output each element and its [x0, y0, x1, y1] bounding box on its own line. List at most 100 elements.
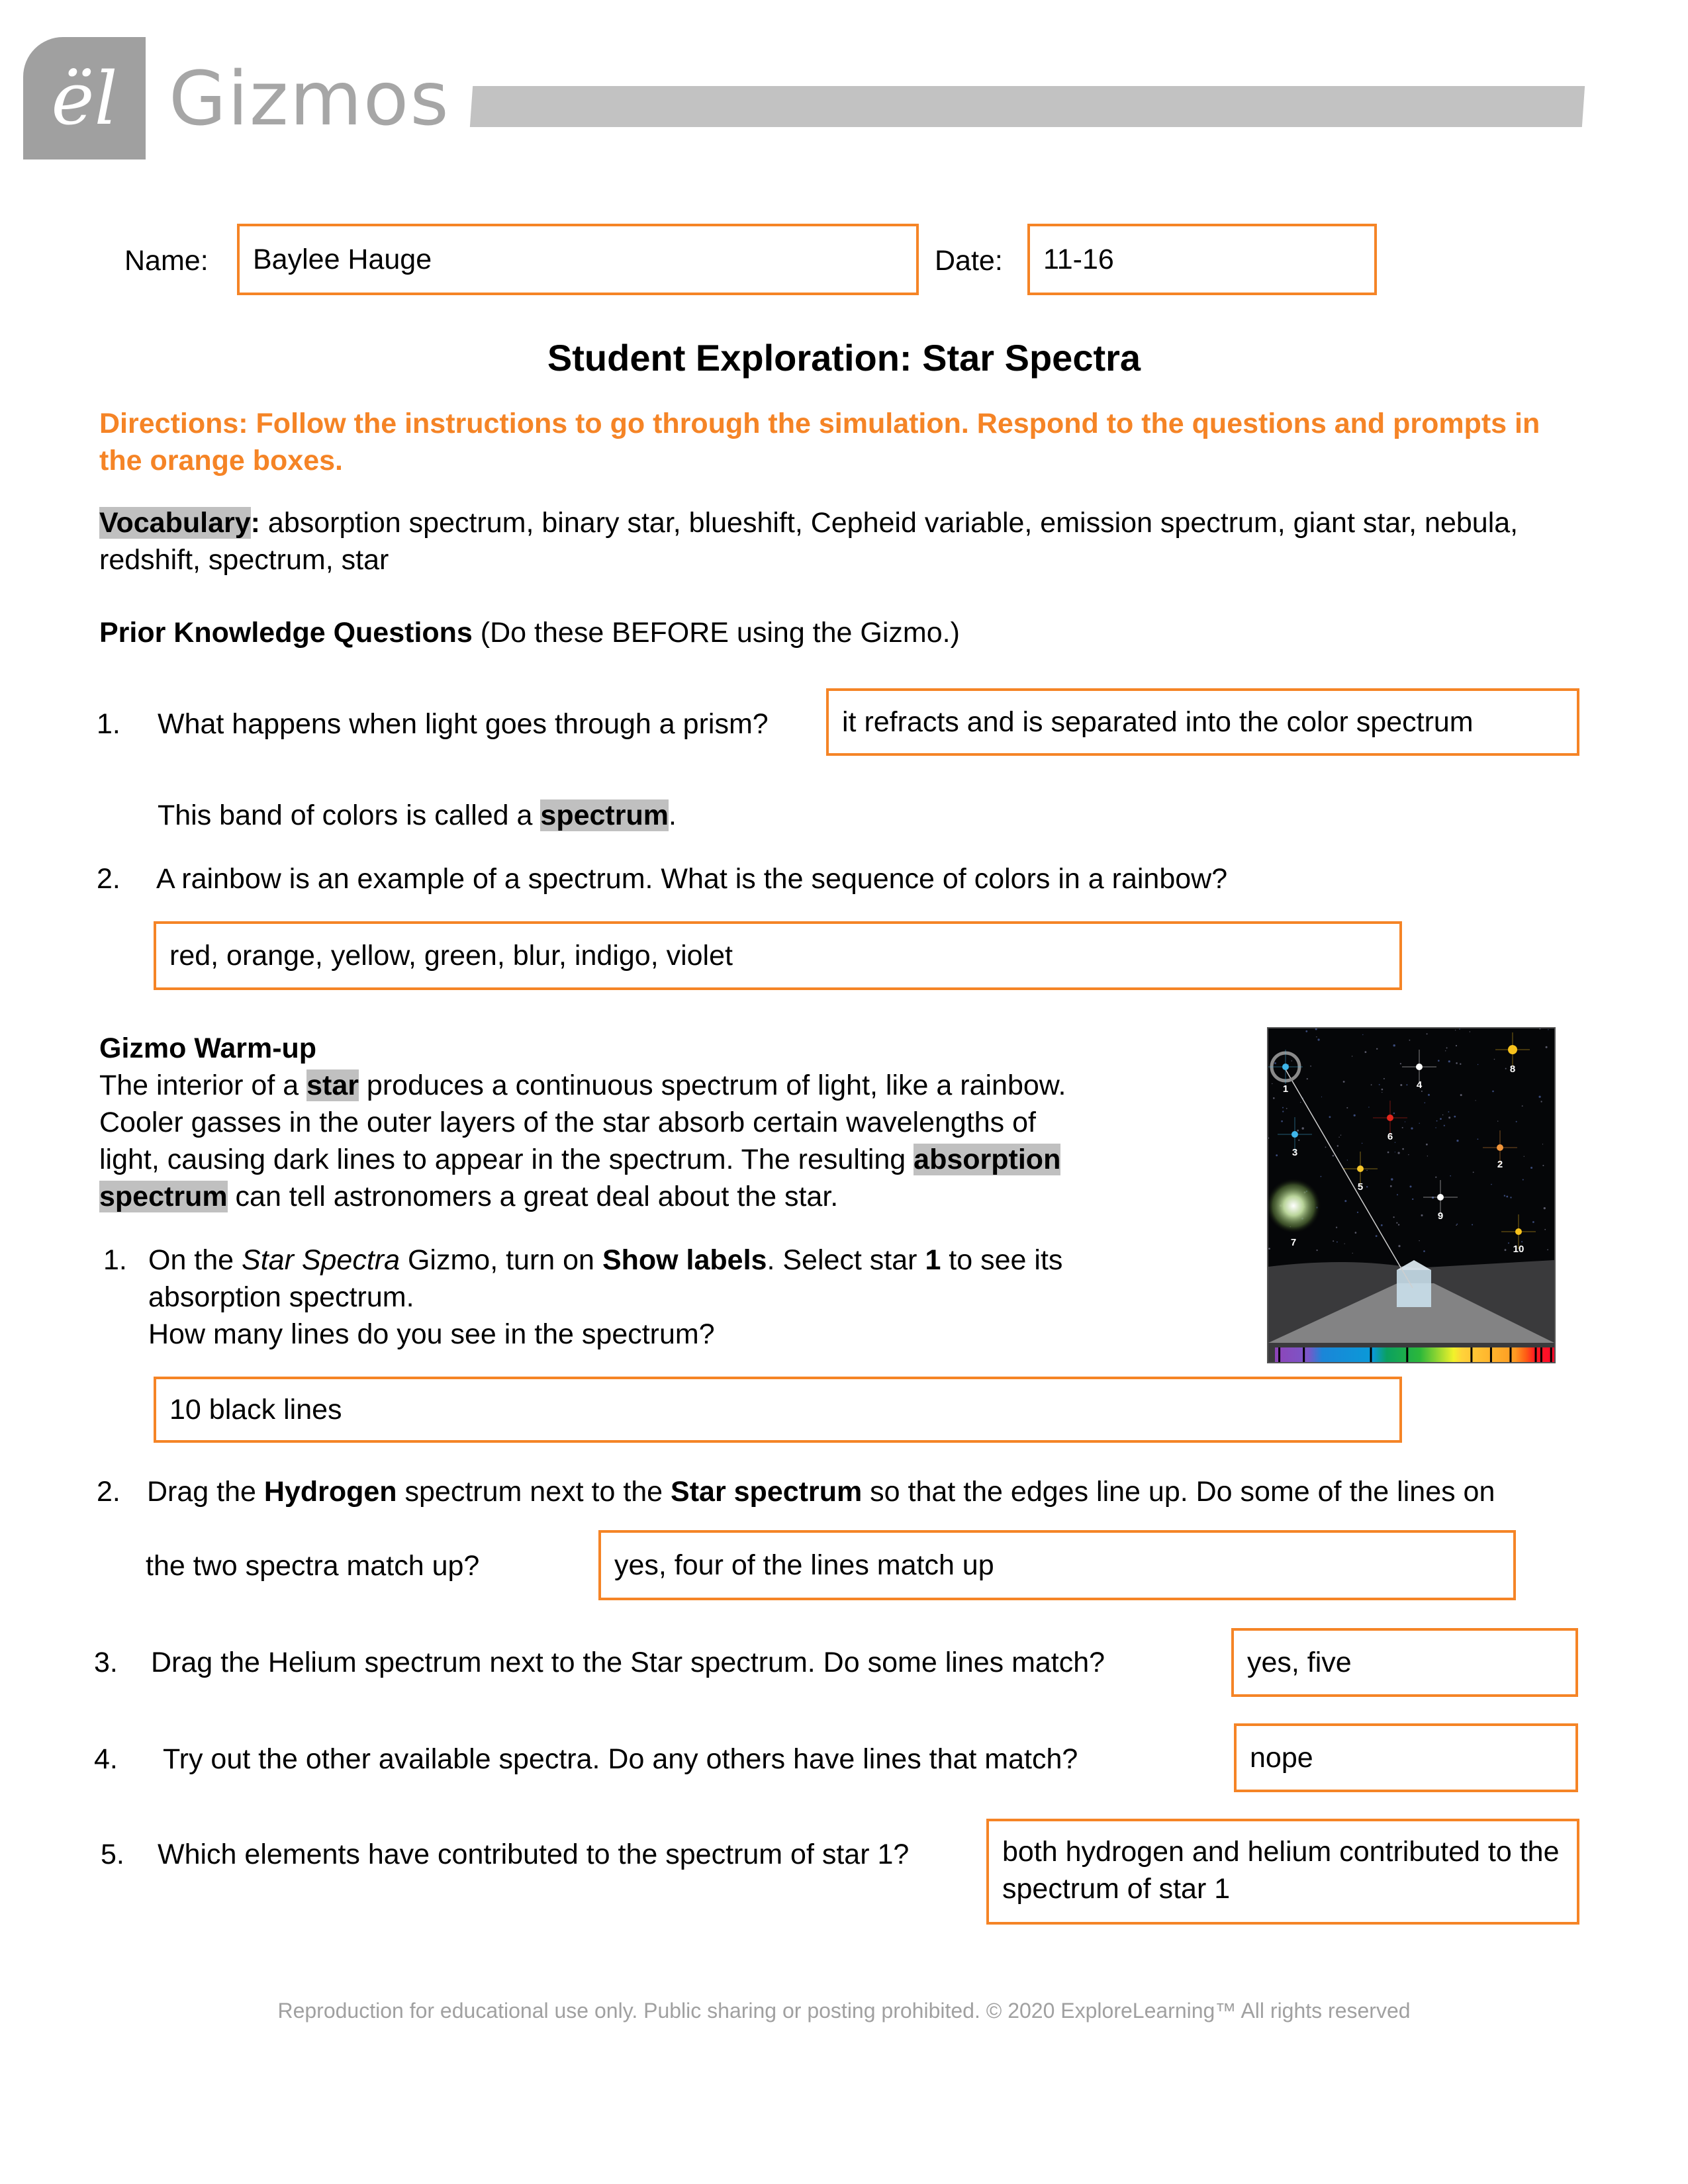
background-star [1300, 1101, 1301, 1103]
background-star [1286, 1108, 1288, 1109]
wu-q4-number: 4. [94, 1743, 118, 1775]
warmup-title: Gizmo Warm-up [99, 1032, 317, 1064]
background-star [1316, 1250, 1318, 1251]
background-star [1336, 1145, 1338, 1147]
wu-q4-answer-box[interactable]: nope [1234, 1723, 1578, 1792]
background-star [1362, 1034, 1364, 1036]
star-dot [1437, 1194, 1444, 1201]
background-star [1332, 1155, 1335, 1157]
simulation-canvas: 1 2 3 4 5 6 7 8 9 10 [1268, 1028, 1554, 1362]
background-star [1530, 1167, 1533, 1169]
vocabulary-terms: absorption spectrum, binary star, bluesh… [99, 507, 1519, 576]
date-value: 11-16 [1043, 244, 1114, 275]
background-star [1515, 1120, 1517, 1122]
pk-q1-followup: This band of colors is called a spectrum… [158, 797, 677, 834]
background-star [1412, 1198, 1414, 1201]
wu-q3-answer-box[interactable]: yes, five [1231, 1628, 1578, 1697]
background-star [1378, 1084, 1380, 1085]
wu-q5-number: 5. [101, 1839, 124, 1870]
background-star [1477, 1138, 1479, 1140]
background-star [1497, 1120, 1499, 1122]
star-spectra-simulation[interactable]: 1 2 3 4 5 6 7 8 9 10 [1267, 1027, 1556, 1363]
background-star [1435, 1176, 1437, 1178]
background-star [1445, 1050, 1446, 1052]
prior-knowledge-title: Prior Knowledge Questions [99, 617, 473, 649]
background-star [1477, 1064, 1479, 1066]
warmup-heading: Gizmo Warm-up [99, 1030, 316, 1067]
background-star [1396, 1222, 1398, 1224]
background-star [1297, 1129, 1299, 1132]
pk-q2-answer: red, orange, yellow, green, blur, indigo… [169, 940, 733, 972]
intro-text: can tell astronomers a great deal about … [227, 1181, 839, 1212]
background-star [1409, 1039, 1411, 1041]
background-star [1508, 1242, 1509, 1244]
background-star [1423, 1250, 1425, 1252]
background-star [1380, 1224, 1383, 1226]
pk-q2-answer-box[interactable]: red, orange, yellow, green, blur, indigo… [154, 921, 1402, 990]
background-star [1460, 1063, 1462, 1065]
star-dot [1508, 1045, 1517, 1054]
pk-q1-answer-box[interactable]: it refracts and is separated into the co… [826, 688, 1579, 756]
background-star [1454, 1115, 1456, 1118]
background-star [1446, 1047, 1448, 1049]
wu-q3-number: 3. [94, 1647, 118, 1678]
wu-q5-answer-box[interactable]: both hydrogen and helium contributed to … [986, 1819, 1579, 1925]
warmup-intro-line3: light, causing dark lines to appear in t… [99, 1141, 1061, 1178]
q-text: . Select star [767, 1244, 925, 1276]
absorption-line [1534, 1347, 1537, 1362]
background-star [1406, 1084, 1408, 1086]
prism-icon [1397, 1270, 1431, 1307]
background-star [1426, 1033, 1428, 1035]
background-star [1510, 1197, 1512, 1199]
explorelearning-logo-icon: ël [51, 56, 118, 141]
absorption-line [1370, 1347, 1372, 1362]
background-star [1282, 1111, 1284, 1113]
background-star [1459, 1028, 1460, 1030]
page-title: Student Exploration: Star Spectra [547, 337, 1141, 379]
star-dot [1282, 1064, 1289, 1070]
background-star [1504, 1249, 1507, 1251]
background-star [1426, 1143, 1428, 1146]
star-label: 6 [1387, 1131, 1393, 1142]
directions: Directions: Follow the instructions to g… [99, 408, 1540, 477]
background-star [1333, 1240, 1335, 1242]
term-absorption: absorption [914, 1144, 1061, 1175]
name-value: Baylee Hauge [253, 244, 432, 275]
vocabulary: Vocabulary: absorption spectrum, binary … [99, 504, 1589, 578]
header-bar [469, 86, 1585, 127]
pk-q1-question: What happens when light goes through a p… [158, 708, 769, 740]
background-star [1317, 1038, 1320, 1041]
wu-q1-answer-box[interactable]: 10 black lines [154, 1377, 1402, 1443]
wu-q3-answer: yes, five [1247, 1647, 1352, 1678]
name-field[interactable]: Baylee Hauge [237, 224, 919, 295]
background-star [1338, 1136, 1340, 1138]
background-star [1375, 1235, 1378, 1237]
background-star [1505, 1068, 1507, 1069]
wu-q4-question: Try out the other available spectra. Do … [163, 1743, 1078, 1775]
background-star [1393, 1044, 1395, 1047]
background-star [1274, 1062, 1276, 1064]
wu-q2-answer-box[interactable]: yes, four of the lines match up [598, 1530, 1516, 1600]
background-star [1522, 1179, 1524, 1181]
background-star [1391, 1178, 1393, 1181]
date-label: Date: [935, 245, 1003, 277]
background-star [1448, 1060, 1450, 1063]
star-label: 3 [1292, 1147, 1297, 1158]
wu-q1-line3: How many lines do you see in the spectru… [148, 1318, 715, 1350]
background-star [1532, 1221, 1534, 1223]
star-dot [1416, 1064, 1423, 1070]
term-spectrum: spectrum [99, 1181, 228, 1212]
date-field[interactable]: 11-16 [1027, 224, 1377, 295]
background-star [1329, 1116, 1331, 1118]
star-label: 2 [1497, 1159, 1503, 1170]
background-star [1448, 1111, 1450, 1113]
background-star [1305, 1030, 1308, 1032]
background-star [1399, 1063, 1401, 1065]
background-star [1282, 1107, 1284, 1109]
wu-q2-answer: yes, four of the lines match up [614, 1549, 994, 1581]
intro-text: produces a continuous spectrum of light,… [358, 1069, 1066, 1101]
background-star [1455, 1044, 1458, 1047]
absorption-line [1509, 1347, 1512, 1362]
background-star [1448, 1116, 1451, 1119]
background-star [1421, 1090, 1423, 1092]
